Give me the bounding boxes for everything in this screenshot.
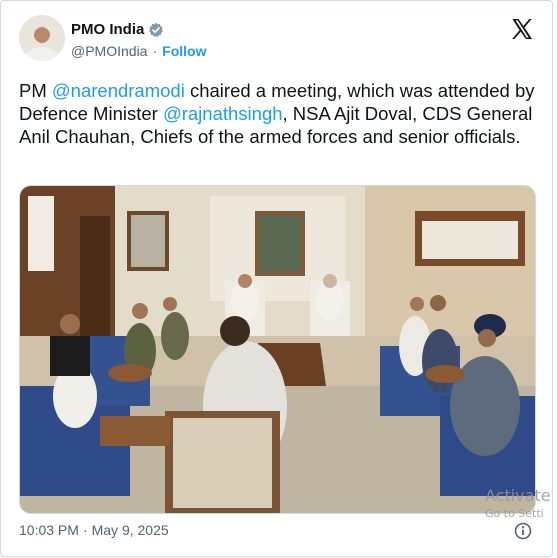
tweet-card: PMO India @PMOIndia · Follow PM @narendr… [0,0,553,557]
display-name[interactable]: PMO India [71,21,144,38]
avatar[interactable] [19,15,65,61]
follow-button[interactable]: Follow [162,43,206,59]
x-logo-icon[interactable] [510,17,534,41]
tweet-time[interactable]: 10:03 PM [19,522,79,538]
info-icon[interactable] [514,522,532,540]
meta-separator: · [82,522,88,538]
tweet-header: PMO India @PMOIndia · Follow [19,15,538,63]
mention-link-narendramodi[interactable]: @narendramodi [52,80,185,101]
tweet-meta: 10:03 PM · May 9, 2025 [19,522,169,538]
handle[interactable]: @PMOIndia [71,43,147,59]
windows-activation-watermark: Activate Go to Setti [485,486,551,520]
tweet-photo[interactable] [19,185,536,514]
mention-link-rajnathsingh[interactable]: @rajnathsingh [163,103,283,124]
watermark-line-2: Go to Setti [485,507,544,520]
verified-badge-icon [148,22,164,38]
watermark-line-1: Activate [485,486,551,505]
tweet-text: PM @narendramodi chaired a meeting, whic… [19,79,539,148]
tweet-date[interactable]: May 9, 2025 [92,522,169,538]
handle-separator: · [152,43,158,59]
tweet-text-part: PM [19,80,52,101]
